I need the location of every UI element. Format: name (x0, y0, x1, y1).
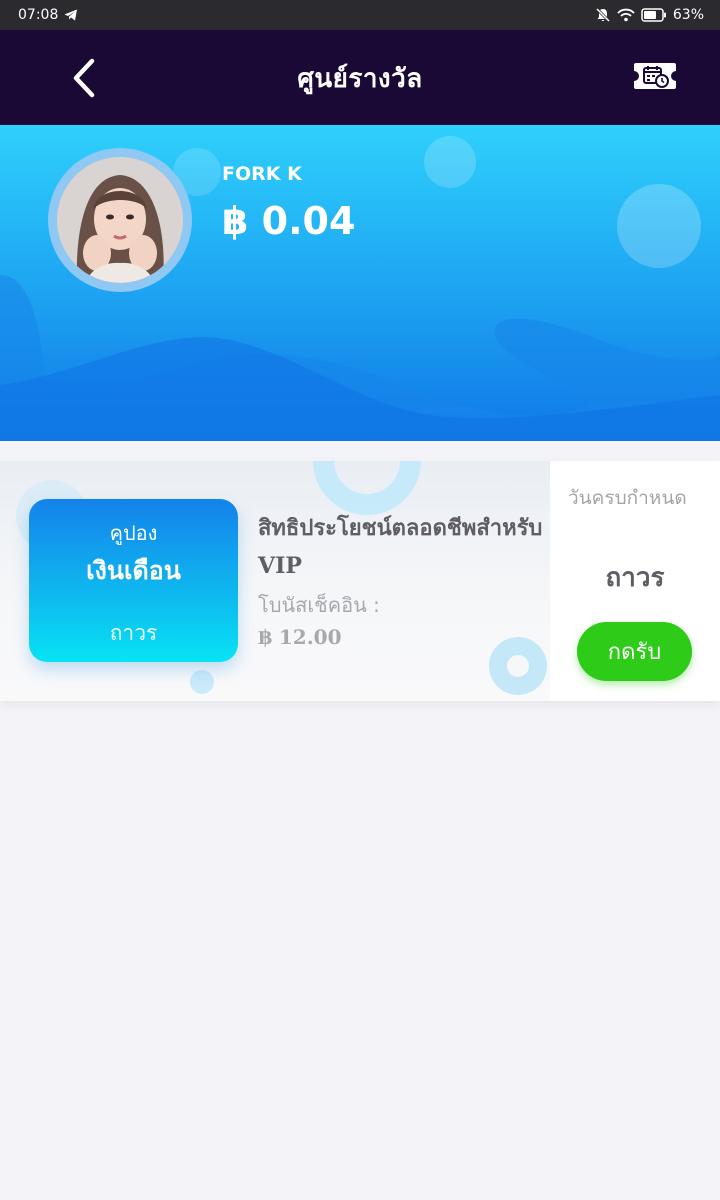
badge-duration: ถาวร (109, 621, 158, 645)
coupon-action-panel: วันครบกำหนด ถาวร กดรับ (550, 461, 720, 701)
expiry-value: ถาวร (605, 563, 665, 593)
battery-icon (641, 8, 667, 22)
user-name: FORK K (222, 163, 302, 185)
bonus-value: ฿ 12.00 (258, 625, 342, 649)
status-bar: 07:08 63% (0, 0, 720, 30)
telegram-icon (64, 9, 78, 21)
ticket-calendar-icon (634, 63, 676, 89)
battery-percent: 63% (672, 7, 704, 23)
status-time: 07:08 (18, 7, 59, 23)
profile-banner: FORK K ฿ 0.04 (0, 125, 720, 441)
badge-name: เงินเดือน (86, 556, 181, 585)
coupon-info: คูปอง เงินเดือน ถาวร สิทธิประโยชน์ตลอดชี… (0, 461, 550, 701)
claim-button[interactable]: กดรับ (577, 622, 692, 681)
page-title: ศูนย์รางวัล (297, 64, 423, 94)
app-header: ศูนย์รางวัล (0, 30, 720, 125)
mute-icon (595, 7, 611, 23)
expiry-label: วันครบกำหนด (568, 487, 687, 509)
reward-center-screen: 07:08 63% ศูนย์รางวัล FORK K ฿ 0.04 คูปอ… (0, 0, 720, 1200)
avatar[interactable] (48, 148, 192, 292)
coupon-badge: คูปอง เงินเดือน ถาวร (29, 499, 238, 662)
bonus-label: โบนัสเช็คอิน : (258, 593, 380, 617)
coupon-title: สิทธิประโยชน์ตลอดชีพสำหรับ VIP (258, 515, 543, 579)
wifi-icon (617, 8, 635, 22)
avatar-image (57, 157, 183, 283)
badge-type: คูปอง (109, 521, 158, 545)
coupon-card: คูปอง เงินเดือน ถาวร สิทธิประโยชน์ตลอดชี… (0, 461, 720, 701)
balance-amount: ฿ 0.04 (222, 199, 356, 243)
coupon-history-button[interactable] (628, 54, 682, 98)
